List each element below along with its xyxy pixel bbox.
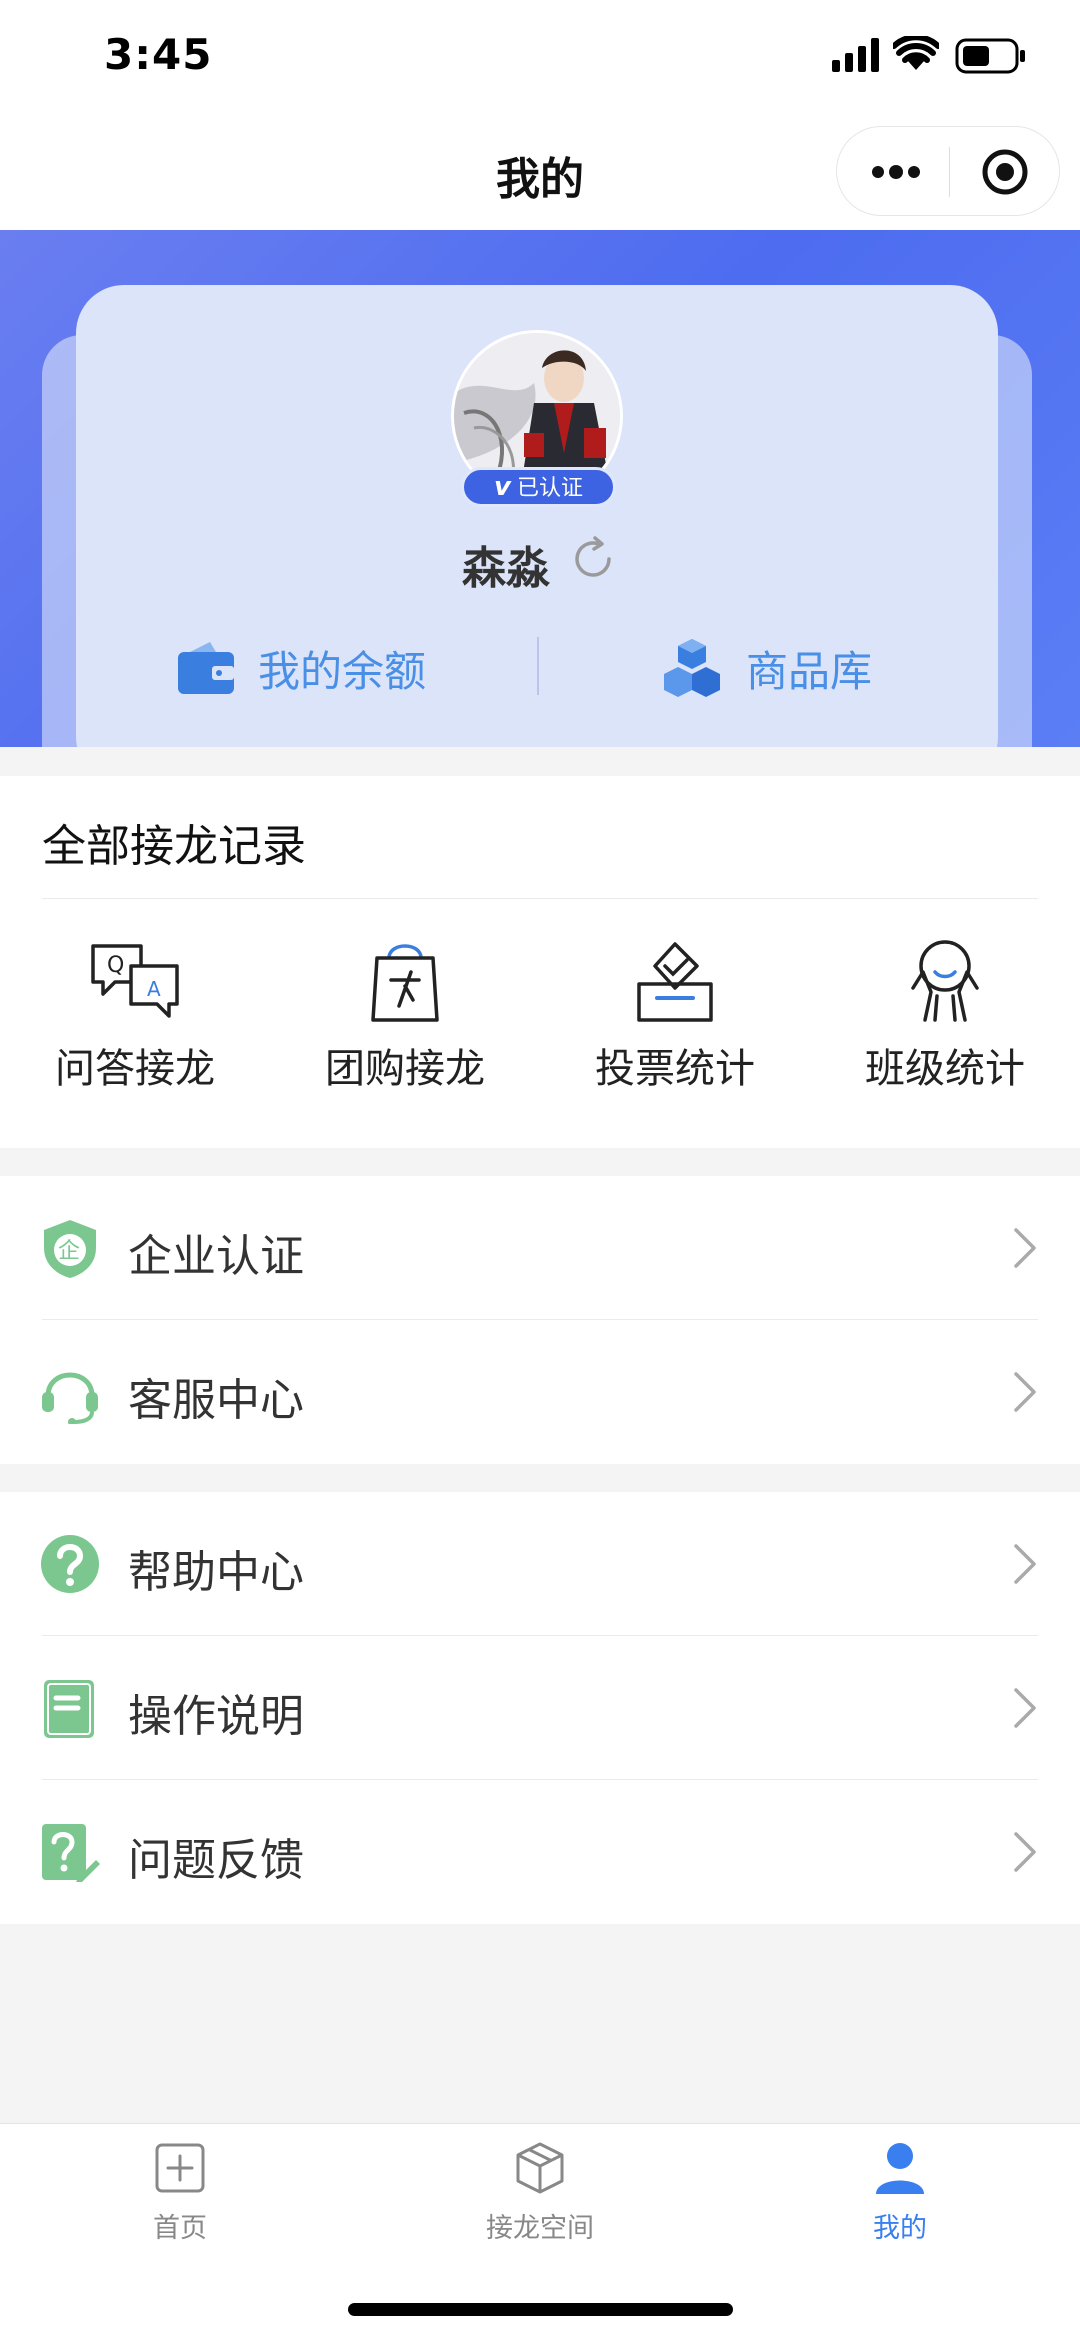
product-library-button[interactable]: 商品库 — [660, 628, 872, 708]
shopping-bag-icon — [371, 944, 439, 1022]
verified-label: 已认证 — [516, 476, 583, 501]
refresh-icon[interactable] — [569, 535, 617, 583]
capsule-divider — [949, 147, 950, 197]
ballot-box-icon — [637, 942, 713, 1022]
chevron-right-icon — [1014, 1544, 1036, 1584]
wallet-icon — [178, 642, 234, 694]
menu-customer-service[interactable]: 客服中心 — [0, 1320, 1080, 1464]
record-class-label: 班级统计 — [865, 1046, 1025, 1092]
svg-text:企: 企 — [58, 1239, 80, 1264]
menu-help-center[interactable]: 帮助中心 — [0, 1492, 1080, 1636]
more-icon[interactable] — [870, 157, 922, 187]
my-balance-button[interactable]: 我的余额 — [176, 628, 426, 708]
chevron-right-icon — [1014, 1688, 1036, 1728]
records-section: 全部接龙记录 Q A 问答接龙 团购接龙 投票统计 班级统计 — [0, 776, 1080, 1148]
headset-icon — [42, 1372, 98, 1424]
menu-group-1: 企 企业认证 客服中心 — [0, 1176, 1080, 1464]
help-icon — [41, 1535, 99, 1593]
verified-mark: v — [494, 472, 511, 502]
cube-icon — [516, 2142, 564, 2194]
home-indicator — [348, 2303, 733, 2316]
manual-icon — [44, 1680, 94, 1738]
battery-icon — [955, 38, 1025, 74]
class-group-icon — [911, 940, 979, 1022]
chevron-right-icon — [1014, 1228, 1036, 1268]
menu-operation-guide-label: 操作说明 — [128, 1691, 304, 1742]
product-library-label: 商品库 — [746, 646, 873, 696]
enterprise-shield-icon: 企 — [44, 1220, 96, 1278]
navigation-bar: 我的 — [0, 115, 1080, 230]
status-time: 3:45 — [104, 30, 213, 79]
menu-help-center-label: 帮助中心 — [128, 1547, 304, 1598]
svg-text:Q: Q — [107, 953, 124, 978]
action-divider — [537, 637, 539, 695]
plus-square-icon — [155, 2143, 205, 2193]
menu-feedback[interactable]: 问题反馈 — [0, 1780, 1080, 1924]
my-balance-label: 我的余额 — [258, 646, 427, 696]
chevron-right-icon — [1014, 1372, 1036, 1412]
records-title[interactable]: 全部接龙记录 — [42, 810, 306, 874]
record-group-buy-label: 团购接龙 — [325, 1046, 485, 1092]
qa-icon: Q A — [91, 944, 179, 1018]
tab-home-label: 首页 — [153, 2213, 207, 2244]
menu-customer-service-label: 客服中心 — [128, 1375, 304, 1426]
feedback-icon — [42, 1824, 100, 1882]
menu-enterprise-cert-label: 企业认证 — [128, 1231, 304, 1282]
nickname: 森淼 — [462, 543, 550, 594]
records-grid: Q A 问答接龙 团购接龙 投票统计 班级统计 — [0, 936, 1080, 1116]
records-divider — [42, 898, 1038, 899]
person-icon — [876, 2143, 924, 2194]
mini-program-capsule — [836, 126, 1060, 216]
menu-enterprise-cert[interactable]: 企 企业认证 — [0, 1176, 1080, 1320]
verified-badge: v 已认证 — [461, 467, 616, 507]
menu-group-2: 帮助中心 操作说明 问题反馈 — [0, 1492, 1080, 1924]
wifi-icon — [893, 36, 939, 70]
signal-icon — [832, 38, 879, 72]
menu-operation-guide[interactable]: 操作说明 — [0, 1636, 1080, 1780]
record-vote[interactable]: 投票统计 — [540, 936, 810, 1116]
target-icon[interactable] — [980, 147, 1030, 197]
status-bar: 3:45 — [0, 0, 1080, 115]
record-qa-label: 问答接龙 — [55, 1046, 215, 1092]
boxes-icon — [664, 639, 720, 697]
record-group-buy[interactable]: 团购接龙 — [270, 936, 540, 1116]
tab-mine[interactable]: 我的 — [800, 2140, 1000, 2260]
record-qa[interactable]: Q A 问答接龙 — [0, 936, 270, 1116]
chevron-right-icon — [1014, 1832, 1036, 1872]
tab-space-label: 接龙空间 — [486, 2213, 594, 2244]
svg-text:A: A — [147, 977, 161, 1001]
tab-mine-label: 我的 — [873, 2213, 927, 2244]
tab-space[interactable]: 接龙空间 — [440, 2140, 640, 2260]
tab-home[interactable]: 首页 — [80, 2140, 280, 2260]
record-vote-label: 投票统计 — [595, 1046, 755, 1092]
menu-feedback-label: 问题反馈 — [128, 1835, 304, 1886]
record-class[interactable]: 班级统计 — [810, 936, 1080, 1116]
